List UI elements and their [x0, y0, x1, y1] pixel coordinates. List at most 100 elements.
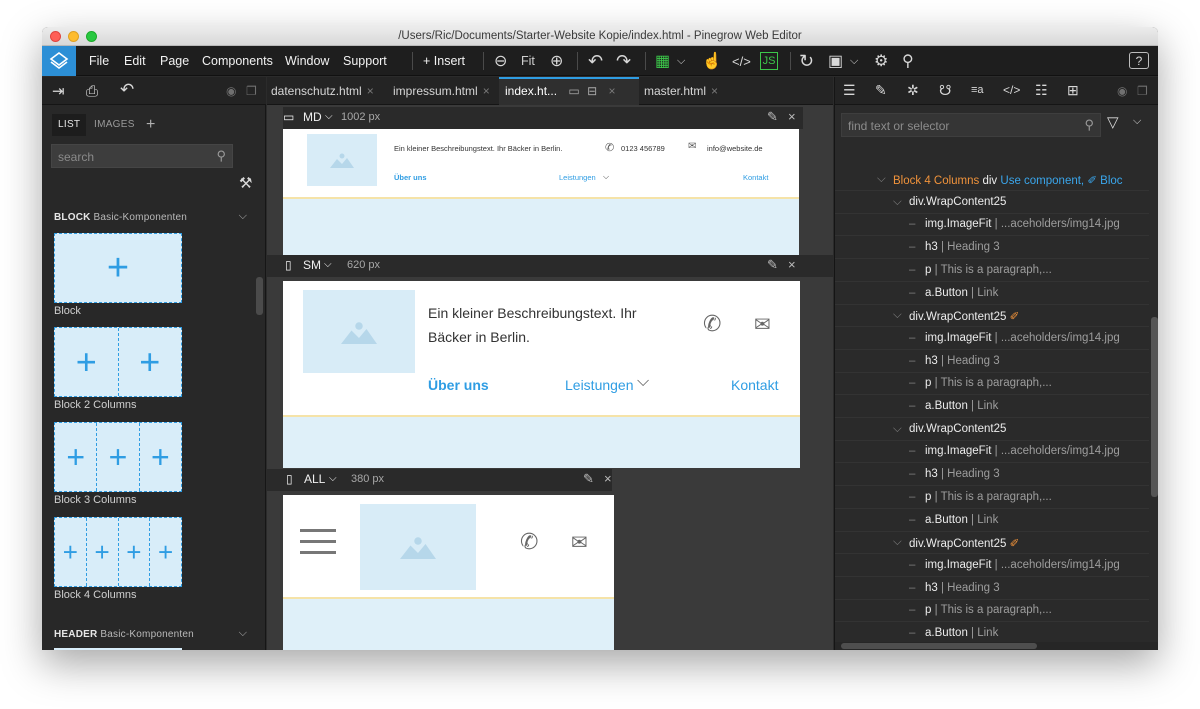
nav-link-contact[interactable]: Kontakt	[731, 377, 778, 393]
block-3-columns-thumbnail[interactable]: + + +	[54, 422, 182, 492]
zoom-out-icon[interactable]: ⊖	[494, 51, 507, 71]
undo-icon[interactable]: ↶	[588, 51, 603, 71]
viewport-name[interactable]: MD	[303, 110, 322, 124]
javascript-icon[interactable]: JS	[760, 52, 778, 70]
chevron-down-icon[interactable]: ⌵	[239, 627, 247, 640]
menu-support[interactable]: Support	[343, 54, 387, 68]
help-icon[interactable]: ?	[1129, 52, 1149, 69]
close-icon[interactable]: ×	[788, 109, 796, 124]
zoom-in-icon[interactable]: ⊕	[550, 51, 563, 71]
tree-node[interactable]: – img.ImageFit | ...aceholders/img14.jpg	[835, 441, 1149, 464]
library-scrollbar[interactable]	[256, 277, 263, 315]
tree-node[interactable]: – h3 | Heading 3	[835, 464, 1149, 487]
tree-node[interactable]: ⌵ div.WrapContent25	[835, 419, 1149, 441]
menu-page[interactable]: Page	[160, 54, 189, 68]
page-icon[interactable]: ▭	[568, 84, 579, 98]
code-icon[interactable]: </>	[1003, 83, 1020, 97]
viewport-name[interactable]: SM	[303, 258, 321, 272]
close-tab-icon[interactable]: ×	[711, 84, 718, 98]
nav-link-contact[interactable]: Kontakt	[743, 173, 768, 182]
brush-icon[interactable]: ✎	[767, 109, 778, 125]
tree-node[interactable]: – a.Button | Link	[835, 510, 1149, 532]
nav-link-about[interactable]: Über uns	[394, 173, 427, 182]
expand-chevron-icon[interactable]: ⌵	[893, 536, 902, 549]
close-icon[interactable]: ×	[788, 257, 796, 272]
detach-panel-icon[interactable]: ❐	[246, 81, 257, 101]
close-tab-icon[interactable]: ×	[483, 84, 490, 98]
page-settings-icon[interactable]: ⊟	[587, 84, 597, 98]
tree-icon[interactable]: ☷	[1035, 82, 1048, 99]
code-view-icon[interactable]: </>	[732, 51, 751, 71]
block-4-columns-thumbnail[interactable]: + + + +	[54, 517, 182, 587]
undo-icon[interactable]: ↶	[120, 80, 134, 100]
close-icon[interactable]: ×	[604, 471, 612, 486]
print-icon[interactable]: ⎙	[86, 81, 98, 101]
tree-node[interactable]: – p | This is a paragraph,...	[835, 260, 1149, 282]
close-tab-icon[interactable]: ×	[367, 84, 374, 98]
eye-icon[interactable]: ◉	[226, 81, 236, 101]
chevron-down-icon[interactable]: ⌵	[324, 259, 332, 270]
hamburger-menu-icon[interactable]	[300, 529, 336, 554]
phone-icon[interactable]: ✆	[520, 529, 538, 555]
tree-node[interactable]: – p | This is a paragraph,...	[835, 373, 1149, 396]
tree-node[interactable]: ⌵ div.WrapContent25	[835, 192, 1149, 214]
interactive-mode-icon[interactable]: ☝	[702, 51, 722, 71]
chevron-down-icon[interactable]: ⌵	[1133, 115, 1141, 128]
image-placeholder[interactable]	[303, 290, 415, 373]
nav-link-services[interactable]: Leistungen	[565, 377, 634, 393]
tab-master[interactable]: master.html ×	[644, 84, 718, 98]
tree-node[interactable]: ⌵ Block 4 Columns div Use component, ✐ Bl…	[835, 169, 1149, 191]
tree-node[interactable]: – img.ImageFit | ...aceholders/img14.jpg	[835, 328, 1149, 350]
pinegrow-logo-icon[interactable]	[42, 46, 76, 76]
collapse-panel-icon[interactable]: ⇥	[52, 81, 65, 101]
mail-icon[interactable]: ✉	[571, 530, 588, 555]
image-placeholder[interactable]	[360, 504, 476, 590]
tree-node[interactable]: ⌵ div.WrapContent25 ✐	[835, 305, 1149, 328]
library-search-input[interactable]: search ⚲	[51, 144, 233, 168]
refresh-icon[interactable]: ↻	[799, 51, 814, 71]
menu-edit[interactable]: Edit	[124, 54, 146, 68]
phone-icon[interactable]: ✆	[703, 311, 721, 337]
block-2-columns-thumbnail[interactable]: + +	[54, 327, 182, 397]
viewport-name[interactable]: ALL	[304, 472, 325, 486]
mail-icon[interactable]: ✉	[754, 312, 771, 337]
close-tab-icon[interactable]: ×	[608, 84, 615, 98]
filter-icon[interactable]: ▽	[1107, 113, 1119, 131]
properties-icon[interactable]: ☰	[843, 82, 856, 99]
tree-node[interactable]: – a.Button | Link	[835, 283, 1149, 305]
expand-chevron-icon[interactable]: ⌵	[877, 173, 886, 186]
nav-link-about[interactable]: Über uns	[428, 377, 489, 393]
eye-icon[interactable]: ◉	[1117, 84, 1127, 98]
tree-label-part[interactable]: Use component,	[1000, 175, 1087, 187]
horizontal-scrollbar[interactable]	[835, 642, 1158, 650]
add-library-icon[interactable]: +	[140, 111, 162, 133]
expand-chevron-icon[interactable]: ⌵	[893, 423, 902, 436]
header-section-header[interactable]: HEADER Basic-Komponenten	[54, 629, 194, 640]
phone-icon[interactable]: ✆	[605, 141, 614, 154]
settings-icon[interactable]: ⚙	[874, 51, 888, 71]
tree-node[interactable]: – p | This is a paragraph,...	[835, 600, 1149, 623]
chevron-down-icon[interactable]: ⌵	[325, 111, 333, 122]
tab-index[interactable]: index.ht... ▭ ⊟ ×	[499, 77, 639, 105]
chevron-down-icon[interactable]: ⌵	[329, 473, 337, 484]
chevron-down-icon[interactable]: ⌵	[637, 373, 649, 391]
chevron-down-icon[interactable]: ⌵	[603, 172, 609, 182]
nav-link-services[interactable]: Leistungen	[559, 173, 596, 182]
expand-chevron-icon[interactable]: ⌵	[893, 196, 902, 209]
tree-node[interactable]: – img.ImageFit | ...aceholders/img14.jpg	[835, 214, 1149, 237]
preview-icon[interactable]: ▣	[828, 51, 843, 71]
chevron-down-icon[interactable]: ⌵	[239, 210, 247, 223]
header-thumbnail[interactable]	[54, 648, 182, 650]
tree-node[interactable]: – h3 | Heading 3	[835, 351, 1149, 373]
mail-icon[interactable]: ✉	[688, 141, 696, 152]
tree-node[interactable]: – p | This is a paragraph,...	[835, 487, 1149, 509]
block-section-header[interactable]: BLOCK Basic-Komponenten	[54, 212, 187, 223]
tree-node[interactable]: – img.ImageFit | ...aceholders/img14.jpg	[835, 555, 1149, 577]
menu-window[interactable]: Window	[285, 54, 329, 68]
tab-datenschutz[interactable]: datenschutz.html ×	[271, 84, 374, 98]
text-icon[interactable]: ≡a	[971, 84, 984, 96]
search-icon[interactable]: ⚲	[902, 51, 914, 71]
layout-grid-icon[interactable]: ▦	[655, 51, 670, 71]
chevron-down-icon[interactable]: ⌵	[850, 51, 858, 71]
tab-list[interactable]: LIST	[52, 114, 87, 136]
